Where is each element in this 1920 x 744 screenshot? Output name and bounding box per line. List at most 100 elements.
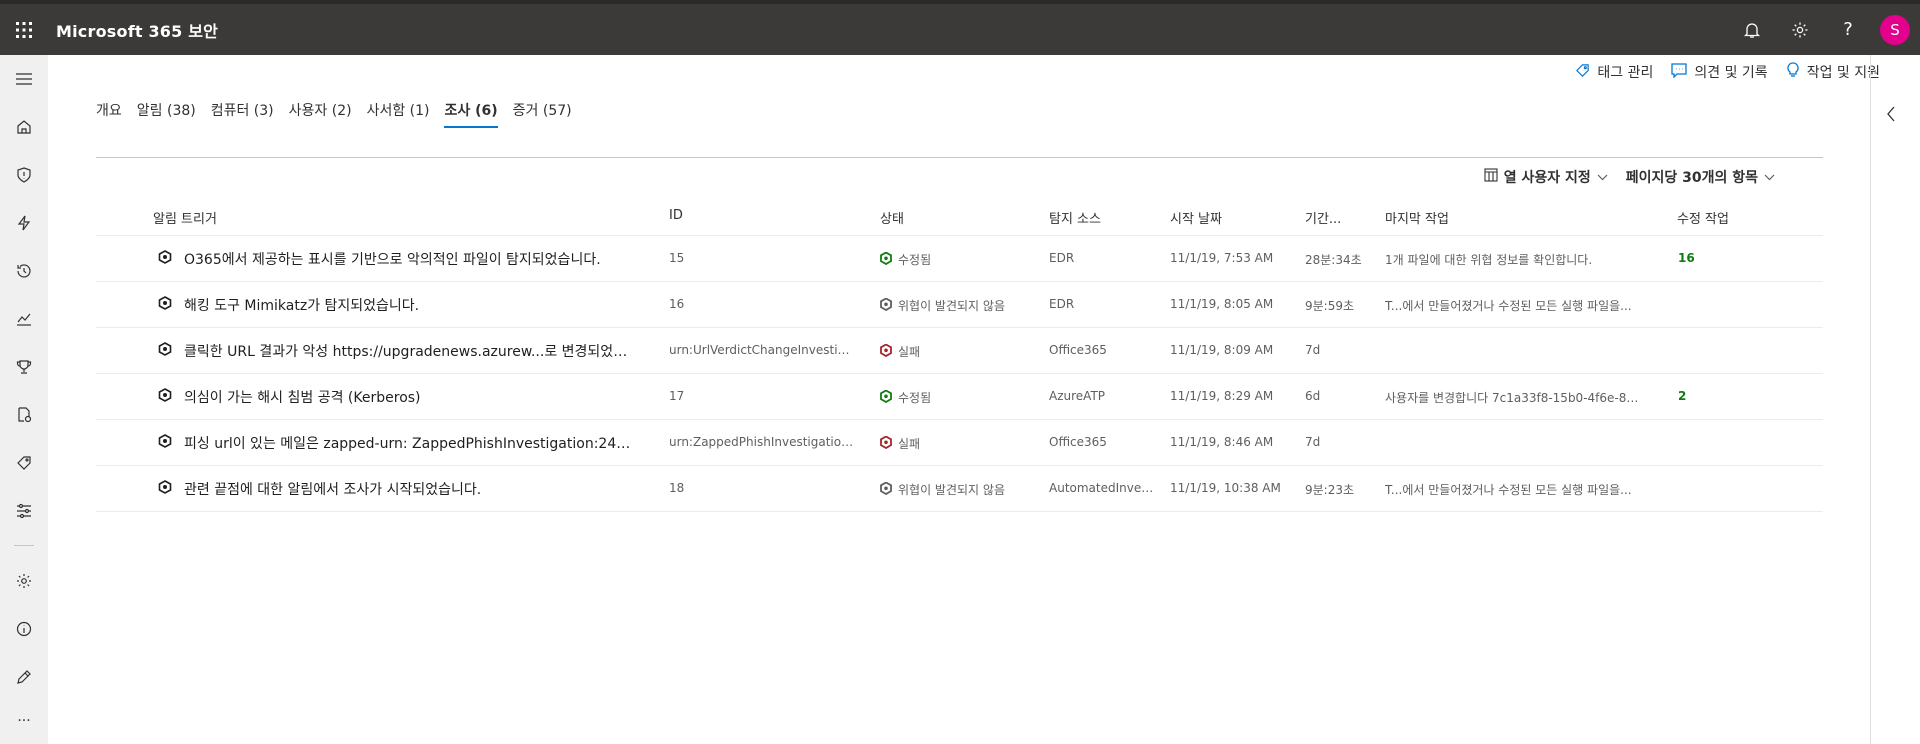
table-row[interactable]: 관련 끝점에 대한 알림에서 조사가 시작되었습니다. 18 위협이 발견되지 않음… [96, 466, 1823, 512]
alert-trigger[interactable]: 의심이 가는 해시 침범 공격 (Kerberos) [158, 387, 421, 407]
remediation-count[interactable]: 2 [1678, 389, 1686, 403]
header-id[interactable]: ID [669, 208, 683, 223]
home-icon[interactable] [0, 107, 48, 147]
more-icon[interactable]: ··· [0, 701, 48, 741]
app-launcher-icon[interactable] [0, 4, 48, 55]
investigation-icon [158, 342, 172, 360]
actions-support-button[interactable]: 작업 및 지원 [1786, 62, 1880, 82]
alert-trigger-text: 관련 끝점에 대한 알림에서 조사가 시작되었습니다. [184, 482, 482, 498]
start-date: 11/1/19, 10:38 AM [1170, 481, 1281, 495]
detection-source: EDR [1049, 251, 1075, 265]
start-date: 11/1/19, 8:46 AM [1170, 435, 1274, 449]
avatar[interactable]: S [1880, 14, 1910, 45]
last-action: 사용자를 변경합니다 7c1a33f8-15b0-4f6e-842... [1385, 391, 1645, 405]
status-label: 위협이 발견되지 않음 [898, 299, 1005, 313]
duration: 9분:59초 [1305, 299, 1355, 313]
page-size-dropdown[interactable]: 페이지당 30개의 항목 [1626, 167, 1775, 187]
alert-trigger[interactable]: 해킹 도구 Mimikatz가 탐지되었습니다. [158, 295, 419, 315]
investigation-icon [158, 296, 172, 314]
side-panel-divider [1870, 55, 1871, 744]
sliders-icon[interactable] [0, 491, 48, 531]
columns-icon [1484, 168, 1498, 186]
pen-icon[interactable] [0, 657, 48, 697]
table-row[interactable]: 해킹 도구 Mimikatz가 탐지되었습니다. 16 위협이 발견되지 않음 EDR… [96, 282, 1823, 328]
last-action: 1개 파일에 대한 위협 정보를 확인합니다. [1385, 253, 1593, 267]
alert-trigger[interactable]: O365에서 제공하는 표시를 기반으로 악의적인 파일이 탐지되었습니다. [158, 249, 601, 269]
tag-icon [1575, 63, 1590, 82]
help-icon[interactable]: ? [1824, 4, 1872, 55]
info-icon[interactable] [0, 609, 48, 649]
menu-icon[interactable] [0, 59, 48, 99]
investigations-table: 알림 트리거 ID 상태 탐지 소스 시작 날짜 기간... 마지막 작업 수정… [96, 196, 1823, 512]
command-bar: 태그 관리 의견 및 기록 작업 및 지원 [1575, 62, 1880, 82]
status-icon [880, 297, 892, 314]
header-remediation[interactable]: 수정 작업 [1677, 208, 1729, 227]
gear-icon[interactable] [1776, 4, 1824, 55]
investigation-icon [158, 434, 172, 452]
history-icon[interactable] [0, 251, 48, 291]
header-status[interactable]: 상태 [880, 208, 904, 227]
tab-mailboxes[interactable]: 사서함 (1) [367, 100, 430, 128]
bell-icon[interactable] [1728, 4, 1776, 55]
investigation-id: urn:ZappedPhishInvestigation:2... [669, 435, 854, 449]
tab-users[interactable]: 사용자 (2) [289, 100, 352, 128]
table-row[interactable]: O365에서 제공하는 표시를 기반으로 악의적인 파일이 탐지되었습니다. 15… [96, 236, 1823, 282]
table-row[interactable]: 클릭한 URL 결과가 악성 https://upgradenews.azure… [96, 328, 1823, 374]
manage-tags-button[interactable]: 태그 관리 [1575, 62, 1653, 82]
start-date: 11/1/19, 8:29 AM [1170, 389, 1274, 403]
tab-bar: 개요 알림 (38) 컴퓨터 (3) 사용자 (2) 사서함 (1) 조사 (6… [96, 100, 572, 128]
status: 수정됨 [880, 389, 931, 406]
chevron-left-icon[interactable] [1886, 106, 1896, 126]
investigation-id: 17 [669, 389, 685, 403]
detection-source: EDR [1049, 297, 1075, 311]
shield-icon[interactable] [0, 155, 48, 195]
left-nav: ··· [0, 55, 48, 744]
settings-icon[interactable] [0, 561, 48, 601]
customize-columns-label: 열 사용자 지정 [1503, 170, 1591, 186]
tab-overview[interactable]: 개요 [96, 100, 122, 128]
tab-investigations[interactable]: 조사 (6) [444, 100, 498, 128]
app-title[interactable]: Microsoft 365 보안 [56, 18, 218, 42]
header-duration[interactable]: 기간... [1305, 208, 1341, 227]
remediation-count[interactable]: 16 [1678, 251, 1695, 265]
detection-source: AutomatedInvesti... [1049, 481, 1157, 495]
duration: 6d [1305, 389, 1321, 403]
status-icon [880, 251, 892, 268]
trophy-icon[interactable] [0, 347, 48, 387]
tag-icon[interactable] [0, 443, 48, 483]
table-row[interactable]: 의심이 가는 해시 침범 공격 (Kerberos) 17 수정됨 AzureATP 1… [96, 374, 1823, 420]
status-label: 실패 [898, 437, 921, 451]
status-icon [880, 481, 892, 498]
alert-trigger[interactable]: 클릭한 URL 결과가 악성 https://upgradenews.azure… [158, 341, 638, 361]
table-toolbar: 열 사용자 지정 페이지당 30개의 항목 [1484, 167, 1775, 187]
alert-trigger[interactable]: 피싱 url이 있는 메일은 zapped-urn: ZappedPhishIn… [158, 433, 638, 453]
chart-icon[interactable] [0, 299, 48, 339]
duration: 9분:23초 [1305, 483, 1355, 497]
header-start-date[interactable]: 시작 날짜 [1170, 208, 1222, 227]
lightning-icon[interactable] [0, 203, 48, 243]
alert-trigger-text: O365에서 제공하는 표시를 기반으로 악의적인 파일이 탐지되었습니다. [184, 252, 601, 268]
investigation-icon [158, 480, 172, 498]
status-label: 위협이 발견되지 않음 [898, 483, 1005, 497]
policy-icon[interactable] [0, 395, 48, 435]
investigation-id: urn:UrlVerdictChangeInvestig:7a... [669, 343, 854, 357]
start-date: 11/1/19, 7:53 AM [1170, 251, 1274, 265]
chevron-down-icon [1597, 170, 1608, 184]
header-source[interactable]: 탐지 소스 [1049, 208, 1101, 227]
alert-trigger-text: 의심이 가는 해시 침범 공격 (Kerberos) [184, 390, 421, 406]
header-last-action[interactable]: 마지막 작업 [1385, 208, 1449, 227]
tab-evidence[interactable]: 증거 (57) [513, 100, 572, 128]
comments-history-button[interactable]: 의견 및 기록 [1671, 62, 1768, 82]
alert-trigger[interactable]: 관련 끝점에 대한 알림에서 조사가 시작되었습니다. [158, 479, 481, 499]
customize-columns-button[interactable]: 열 사용자 지정 [1484, 167, 1608, 187]
actions-support-label: 작업 및 지원 [1806, 65, 1880, 81]
tab-alerts[interactable]: 알림 (38) [137, 100, 196, 128]
header-trigger[interactable]: 알림 트리거 [153, 208, 217, 227]
chevron-down-icon [1764, 170, 1775, 184]
tab-devices[interactable]: 컴퓨터 (3) [211, 100, 274, 128]
table-row[interactable]: 피싱 url이 있는 메일은 zapped-urn: ZappedPhishIn… [96, 420, 1823, 466]
status-label: 수정됨 [898, 391, 932, 405]
detection-source: Office365 [1049, 435, 1107, 449]
alert-trigger-text: 해킹 도구 Mimikatz가 탐지되었습니다. [184, 298, 420, 314]
status-icon [880, 435, 892, 452]
